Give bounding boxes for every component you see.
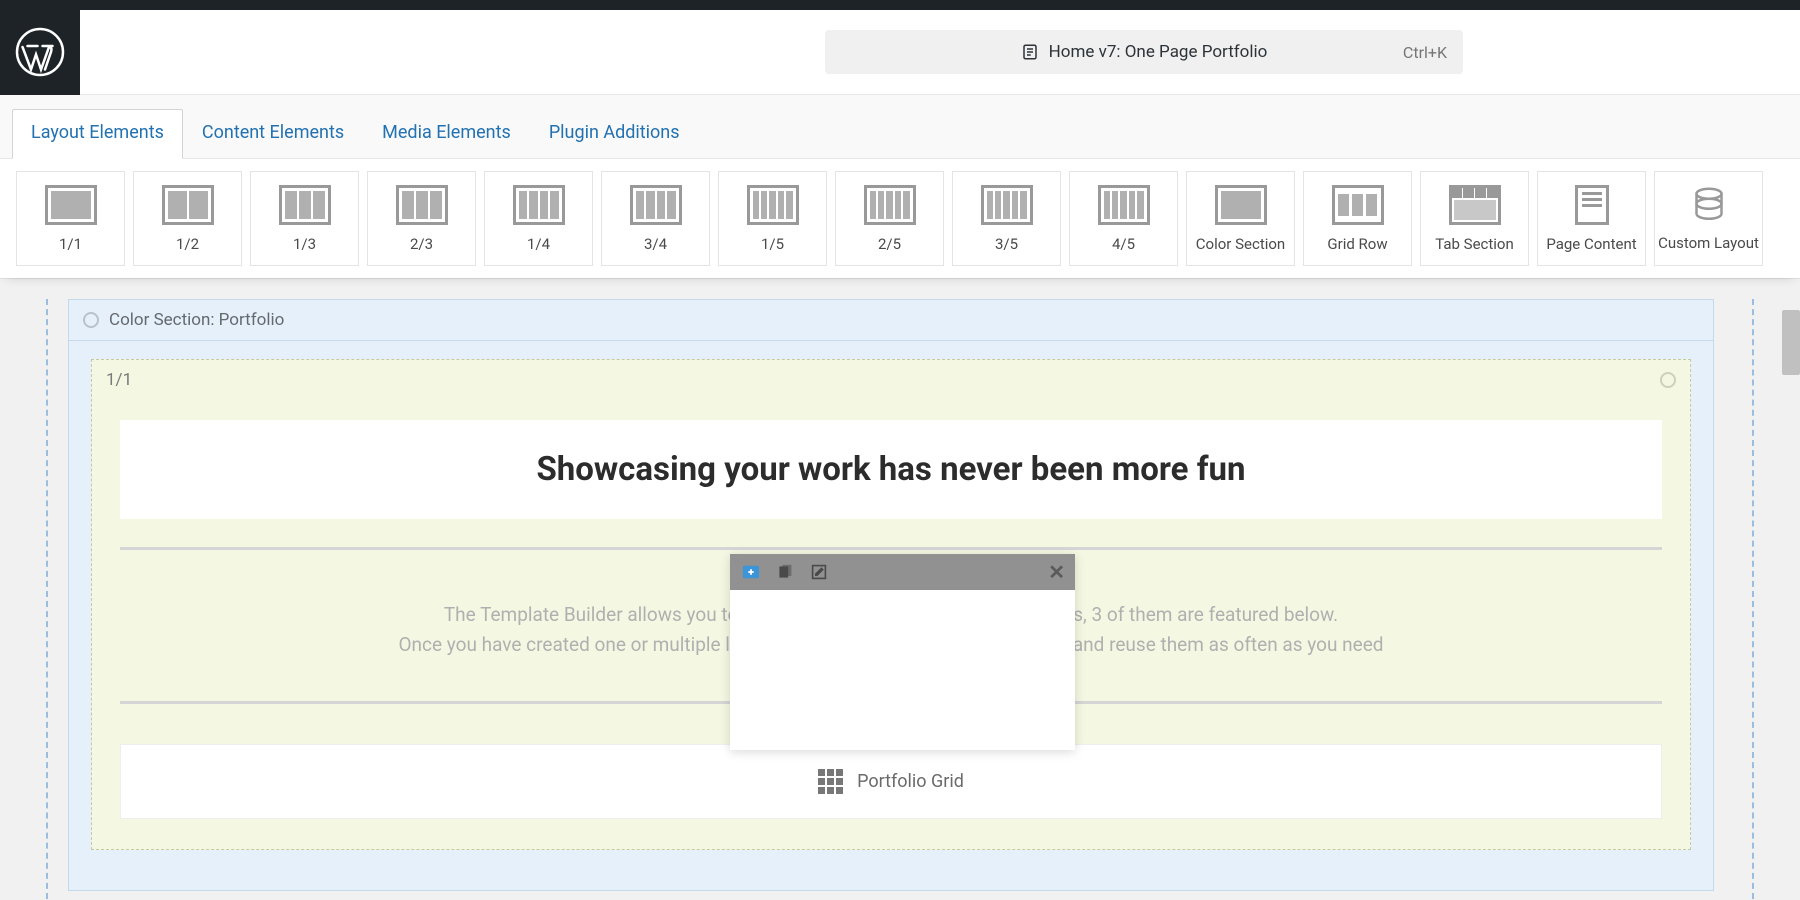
- element-label: Custom Layout: [1658, 234, 1759, 252]
- heading-element[interactable]: Showcasing your work has never been more…: [120, 420, 1662, 519]
- layout-element-page-content[interactable]: Page Content: [1537, 171, 1646, 266]
- section-title: Color Section: Portfolio: [109, 310, 284, 330]
- element-label: 1/3: [293, 235, 316, 253]
- page-switcher[interactable]: Home v7: One Page Portfolio Ctrl+K: [825, 30, 1463, 74]
- column-fraction-icon: [513, 185, 565, 225]
- column-fraction-icon: [747, 185, 799, 225]
- tab-layout-elements[interactable]: Layout Elements: [12, 109, 183, 159]
- element-panel: Layout Elements Content Elements Media E…: [0, 95, 1800, 279]
- page-title: Home v7: One Page Portfolio: [1049, 42, 1268, 62]
- element-label: 3/4: [644, 235, 667, 253]
- shortcut-hint: Ctrl+K: [1403, 43, 1447, 62]
- layout-element-2-3[interactable]: 2/3: [367, 171, 476, 266]
- element-label: 3/5: [995, 235, 1018, 253]
- layout-element-3-4[interactable]: 3/4: [601, 171, 710, 266]
- tab-content-elements[interactable]: Content Elements: [183, 109, 363, 158]
- element-label: 1/4: [527, 235, 550, 253]
- element-label: 2/3: [410, 235, 433, 253]
- app-header: Home v7: One Page Portfolio Ctrl+K: [0, 10, 1800, 95]
- cell-toggle-icon: [1660, 372, 1676, 388]
- element-label: 1/1: [59, 235, 82, 253]
- element-label: Color Section: [1196, 235, 1285, 253]
- element-label: Grid Row: [1327, 235, 1387, 253]
- grid-icon: [818, 769, 843, 794]
- column-fraction-icon: [864, 185, 916, 225]
- clone-element-button[interactable]: [774, 561, 796, 583]
- portfolio-grid-element[interactable]: Portfolio Grid: [120, 744, 1662, 819]
- layout-element-1-4[interactable]: 1/4: [484, 171, 593, 266]
- page-content-icon: [1575, 185, 1609, 225]
- layout-element-grid-row[interactable]: Grid Row: [1303, 171, 1412, 266]
- layout-element-4-5[interactable]: 4/5: [1069, 171, 1178, 266]
- column-fraction-icon: [279, 185, 331, 225]
- element-label: Tab Section: [1435, 235, 1514, 253]
- layout-element-1-1[interactable]: 1/1: [16, 171, 125, 266]
- edit-element-button[interactable]: [808, 561, 830, 583]
- popover-body: [730, 590, 1075, 750]
- admin-bar-strip: [0, 0, 1800, 10]
- column-fraction-icon: [396, 185, 448, 225]
- element-tabs: Layout Elements Content Elements Media E…: [0, 95, 1800, 158]
- tab-plugin-additions[interactable]: Plugin Additions: [530, 109, 699, 158]
- layout-element-1-2[interactable]: 1/2: [133, 171, 242, 266]
- element-label: 2/5: [878, 235, 901, 253]
- layout-element-tab-section[interactable]: Tab Section: [1420, 171, 1529, 266]
- heading-text: Showcasing your work has never been more…: [140, 450, 1642, 489]
- column-fraction-icon: [981, 185, 1033, 225]
- element-label: 4/5: [1112, 235, 1135, 253]
- delete-element-button[interactable]: ✕: [1048, 560, 1065, 584]
- layout-element-1-3[interactable]: 1/3: [250, 171, 359, 266]
- wordpress-logo[interactable]: [0, 10, 80, 95]
- separator-element[interactable]: [120, 547, 1662, 550]
- add-element-button[interactable]: [740, 561, 762, 583]
- custom-layout-icon: [1694, 186, 1724, 224]
- cell-label: 1/1: [106, 370, 132, 390]
- layout-element-custom-layout[interactable]: Custom Layout: [1654, 171, 1763, 266]
- tab-media-elements[interactable]: Media Elements: [363, 109, 530, 158]
- column-fraction-icon: [45, 185, 97, 225]
- section-toggle-icon: [83, 312, 99, 328]
- layout-element-3-5[interactable]: 3/5: [952, 171, 1061, 266]
- scrollbar-thumb[interactable]: [1782, 310, 1800, 375]
- cell-header[interactable]: 1/1: [92, 360, 1690, 400]
- layout-element-1-5[interactable]: 1/5: [718, 171, 827, 266]
- column-fraction-icon: [630, 185, 682, 225]
- column-fraction-icon: [1098, 185, 1150, 225]
- column-fraction-icon: [162, 185, 214, 225]
- popover-toolbar: ✕: [730, 554, 1075, 590]
- layout-element-list: 1/1 1/2 1/3 2/3 1/4 3/4 1/5 2/5 3/5 4/5 Color Sect…: [0, 158, 1800, 278]
- element-hover-popover: ✕: [730, 554, 1075, 750]
- color-section-icon: [1215, 185, 1267, 225]
- element-label: 1/2: [176, 235, 199, 253]
- section-header[interactable]: Color Section: Portfolio: [69, 300, 1713, 341]
- grid-row-icon: [1332, 185, 1384, 225]
- layout-element-2-5[interactable]: 2/5: [835, 171, 944, 266]
- wordpress-icon: [15, 27, 65, 77]
- portfolio-grid-label: Portfolio Grid: [857, 771, 964, 792]
- document-icon: [1021, 43, 1039, 61]
- element-label: 1/5: [761, 235, 784, 253]
- tab-section-icon: [1449, 185, 1501, 225]
- layout-element-color-section[interactable]: Color Section: [1186, 171, 1295, 266]
- element-label: Page Content: [1546, 235, 1636, 253]
